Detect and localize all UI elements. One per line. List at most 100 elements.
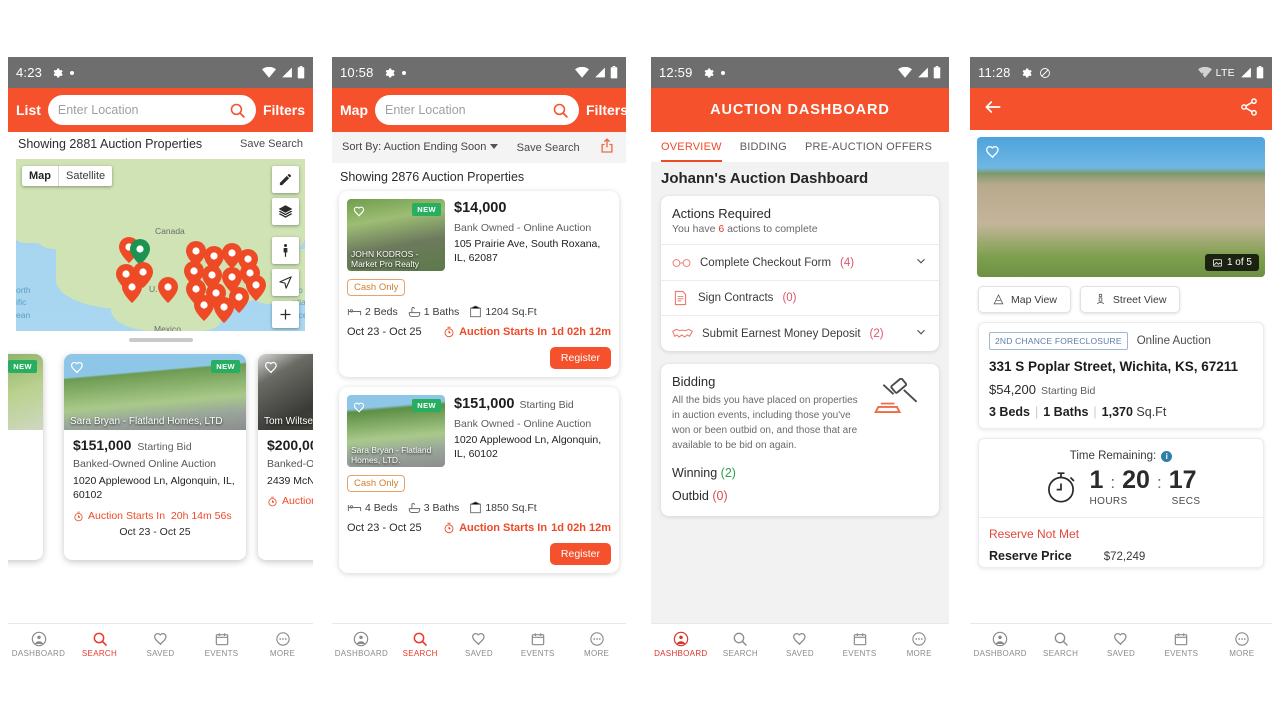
nav-saved[interactable]: SAVED: [1091, 631, 1151, 658]
map-zoom-in-button[interactable]: [272, 301, 299, 328]
stopwatch-icon: [74, 511, 83, 521]
nav-search[interactable]: SEARCH: [391, 631, 450, 658]
info-icon[interactable]: i: [1161, 450, 1173, 462]
map-canvas[interactable]: Map Satellite Canada U. S. Mexico orth i…: [16, 159, 305, 331]
nav-dashboard[interactable]: DASHBOARD: [332, 631, 391, 658]
nav-more[interactable]: MORE: [252, 631, 313, 658]
layers-icon: [278, 205, 293, 218]
card-address: 2439 McNa 49696: [267, 475, 313, 488]
property-photo[interactable]: NEW JOHN KODROS - Market Pro Realty: [347, 199, 445, 271]
nav-saved[interactable]: SAVED: [770, 631, 830, 658]
map-layers-button[interactable]: [272, 198, 299, 225]
photo-counter[interactable]: 1 of 5: [1204, 254, 1259, 271]
favorite-button[interactable]: [353, 401, 366, 419]
tab-bidding[interactable]: BIDDING: [740, 141, 787, 162]
sqft-unit: Sq.Ft: [1136, 405, 1167, 419]
nav-more[interactable]: MORE: [1212, 631, 1272, 658]
action-label: Submit Earnest Money Deposit: [702, 327, 861, 340]
chevron-down-icon[interactable]: [914, 325, 928, 342]
search-input[interactable]: [385, 103, 546, 117]
countdown-value: 20h 14m 56s: [170, 509, 232, 522]
favorite-button[interactable]: [70, 360, 85, 380]
card-dates: Oct 23 - Oct 25: [347, 522, 422, 534]
back-button[interactable]: [983, 97, 1003, 122]
property-list-card[interactable]: NEW Sara Bryan - Flatland Homes, LTD. $1…: [339, 387, 619, 573]
action-row-checkout-form[interactable]: Complete Checkout Form (4): [661, 244, 939, 280]
showing-count-label: Showing 2881 Auction Properties: [18, 137, 203, 151]
street-view-button[interactable]: Street View: [1079, 286, 1181, 313]
nav-saved[interactable]: SAVED: [450, 631, 509, 658]
status-time: 12:59: [659, 65, 693, 80]
sort-by-dropdown[interactable]: Sort By: Auction Ending Soon: [342, 141, 499, 155]
search-icon[interactable]: [552, 102, 569, 119]
stopwatch-icon: [444, 326, 454, 338]
chevron-down-icon[interactable]: [914, 254, 928, 271]
map-type-satellite[interactable]: Satellite: [59, 166, 112, 186]
filters-button[interactable]: Filters: [586, 102, 626, 118]
card-auction-type: Bank Owned - Online Auction: [454, 418, 592, 430]
map-locate-button[interactable]: [272, 269, 299, 296]
action-row-sign-contracts[interactable]: Sign Contracts (0): [661, 280, 939, 315]
nav-events[interactable]: EVENTS: [508, 631, 567, 658]
nav-saved[interactable]: SAVED: [130, 631, 191, 658]
property-hero-photo[interactable]: 1 of 5: [977, 137, 1265, 277]
map-view-button[interactable]: Map View: [978, 286, 1071, 313]
tab-overview[interactable]: OVERVIEW: [661, 141, 722, 162]
status-left-icons: [1020, 67, 1051, 79]
action-row-earnest-deposit[interactable]: Submit Earnest Money Deposit (2): [661, 315, 939, 351]
map-street-view-button[interactable]: [272, 237, 299, 264]
property-carousel[interactable]: NEW ty L, m NEW Sara Bryan - Flatland Ho…: [8, 348, 313, 570]
property-list-card[interactable]: NEW JOHN KODROS - Market Pro Realty $14,…: [339, 191, 619, 377]
nav-more[interactable]: MORE: [567, 631, 626, 658]
nav-events[interactable]: EVENTS: [1151, 631, 1211, 658]
status-right-icons: LTE: [1197, 66, 1264, 79]
search-input[interactable]: [57, 103, 223, 117]
property-card-partial-left[interactable]: NEW ty L, m: [8, 354, 43, 560]
area-icon: [470, 501, 482, 514]
cash-only-chip: Cash Only: [347, 475, 406, 492]
nav-dashboard[interactable]: DASHBOARD: [651, 631, 711, 658]
share-button[interactable]: [1239, 97, 1259, 122]
map-draw-button[interactable]: [272, 166, 299, 193]
property-photo[interactable]: NEW Sara Bryan - Flatland Homes, LTD.: [347, 395, 445, 467]
property-card-partial-right[interactable]: Tom Wiltse - $200,00 Banked-Ow 2439 McNa…: [258, 354, 313, 560]
tab-pre-auction-offers[interactable]: PRE-AUCTION OFFERS: [805, 141, 932, 162]
nav-events[interactable]: EVENTS: [191, 631, 252, 658]
map-type-map[interactable]: Map: [22, 166, 59, 186]
nav-dashboard[interactable]: DASHBOARD: [970, 631, 1030, 658]
nav-more[interactable]: MORE: [889, 631, 949, 658]
nav-events[interactable]: EVENTS: [830, 631, 890, 658]
sheet-grabber[interactable]: [128, 338, 193, 342]
save-search-button[interactable]: Save Search: [240, 138, 303, 150]
card-dates: C: [267, 512, 313, 524]
map-pin-icon[interactable]: [194, 295, 214, 321]
save-search-button[interactable]: Save Search: [517, 142, 580, 154]
map-toggle-button[interactable]: Map: [340, 102, 368, 118]
nav-search[interactable]: SEARCH: [711, 631, 771, 658]
heart-outline-icon: [985, 145, 999, 159]
map-pin-icon[interactable]: [246, 275, 266, 301]
nav-search[interactable]: SEARCH: [1030, 631, 1090, 658]
favorite-button[interactable]: [985, 144, 1001, 165]
status-right-icons: [575, 66, 618, 79]
favorite-button[interactable]: [264, 360, 279, 380]
map-pin-icon[interactable]: [158, 277, 178, 303]
map-type-switch[interactable]: Map Satellite: [22, 166, 113, 186]
nav-label: SEARCH: [81, 649, 118, 658]
wifi-icon: [575, 67, 589, 78]
register-button[interactable]: Register: [549, 543, 611, 565]
share-button[interactable]: [598, 137, 616, 158]
favorite-button[interactable]: [353, 205, 366, 223]
property-card[interactable]: NEW Sara Bryan - Flatland Homes, LTD $15…: [64, 354, 246, 560]
search-icon[interactable]: [229, 102, 246, 119]
search-field-wrapper[interactable]: [375, 95, 579, 125]
map-pin-icon[interactable]: [122, 277, 142, 303]
register-button[interactable]: Register: [549, 347, 611, 369]
filters-button[interactable]: Filters: [263, 102, 305, 118]
photo-agent-label: Sara Bryan - Flatland Homes, LTD: [70, 415, 223, 427]
nav-search[interactable]: SEARCH: [69, 631, 130, 658]
list-toggle-button[interactable]: List: [16, 102, 41, 118]
nav-dashboard[interactable]: DASHBOARD: [8, 631, 69, 658]
search-field-wrapper[interactable]: [47, 95, 256, 125]
bottom-navigation: DASHBOARD SEARCH SAVED EVENTS MORE: [651, 623, 949, 665]
